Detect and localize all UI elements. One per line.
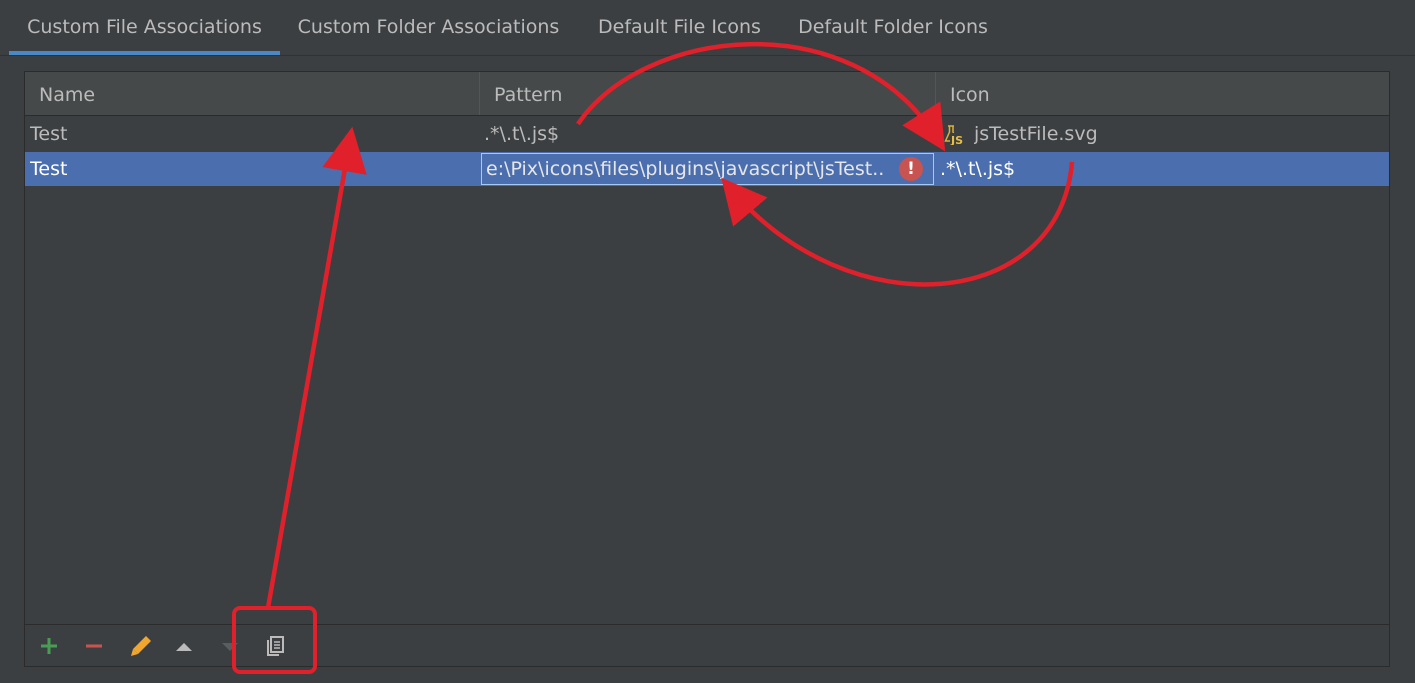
active-tab-indicator [9, 51, 280, 55]
column-header-pattern[interactable]: Pattern [480, 72, 935, 115]
row-icon-cell[interactable]: jsTestFile.svg [974, 117, 1374, 151]
copy-icon[interactable] [259, 630, 291, 662]
remove-icon[interactable] [78, 630, 110, 662]
tab-bar: Custom File Associations Custom Folder A… [0, 0, 1415, 56]
column-header-name[interactable]: Name [25, 72, 479, 115]
pattern-edit-field[interactable]: e:\Pix\icons\files\plugins\javascript\js… [481, 153, 934, 185]
tab-default-file-icons[interactable]: Default File Icons [588, 0, 771, 52]
row-pattern-cell[interactable]: .*\.t\.js$ [484, 117, 924, 151]
associations-table: Name Pattern Icon Test .*\.t\.js$ JS jsT… [24, 71, 1390, 667]
tab-custom-file-associations[interactable]: Custom File Associations [9, 0, 280, 52]
pattern-edit-text[interactable]: e:\Pix\icons\files\plugins\javascript\js… [486, 154, 886, 184]
move-down-icon[interactable] [214, 630, 246, 662]
column-header-icon[interactable]: Icon [936, 72, 1389, 115]
move-up-icon[interactable] [168, 630, 200, 662]
row-icon-cell[interactable]: .*\.t\.js$ [940, 152, 1380, 186]
tab-default-folder-icons[interactable]: Default Folder Icons [790, 0, 996, 52]
error-icon[interactable]: ! [899, 157, 923, 181]
row-name-cell[interactable]: Test [30, 117, 470, 151]
tab-custom-folder-associations[interactable]: Custom Folder Associations [290, 0, 567, 52]
row-name-cell[interactable]: Test [30, 152, 470, 186]
table-row[interactable]: Test .*\.t\.js$ JS jsTestFile.svg [25, 117, 1389, 151]
table-toolbar [25, 624, 1389, 667]
js-badge-text: JS [950, 134, 963, 145]
table-row-selected[interactable]: Test e:\Pix\icons\files\plugins\javascri… [25, 152, 1389, 186]
js-test-file-icon: JS [944, 125, 966, 145]
edit-icon[interactable] [125, 630, 157, 662]
table-header: Name Pattern Icon [25, 72, 1389, 116]
add-icon[interactable] [33, 630, 65, 662]
